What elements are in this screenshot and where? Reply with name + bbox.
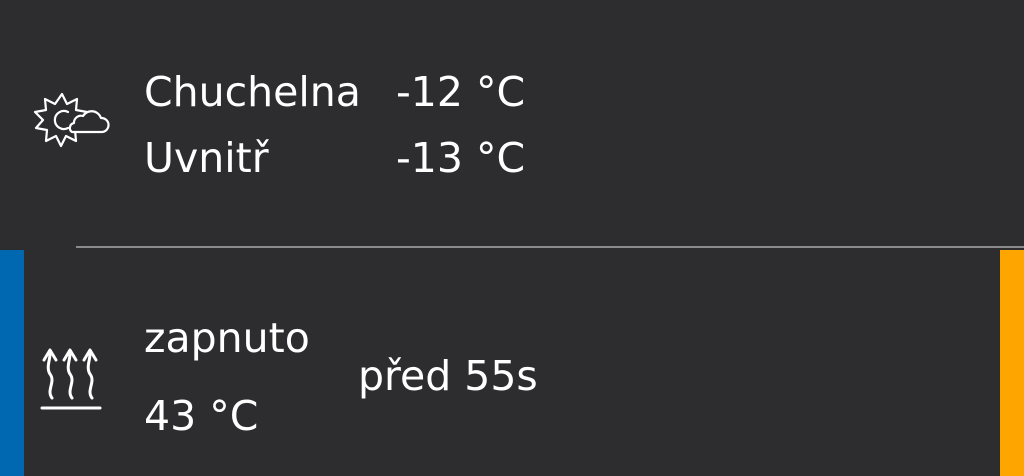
heating-status: zapnuto xyxy=(144,314,310,362)
weather-indoor-label: Uvnitř xyxy=(144,134,269,182)
weather-card[interactable]: Chuchelna -12 °C Uvnitř -13 °C xyxy=(0,0,1024,248)
divider xyxy=(76,246,1024,248)
weather-location-label: Chuchelna xyxy=(144,68,361,116)
weather-location-temperature: -12 °C xyxy=(396,68,526,116)
last-update-time: před 55s xyxy=(358,352,538,400)
dashboard-page: Chuchelna -12 °C Uvnitř -13 °C zapnuto 4… xyxy=(0,0,1024,476)
heating-card[interactable]: zapnuto 43 °C před 55s xyxy=(0,250,1024,476)
heating-temperature: 43 °C xyxy=(144,392,259,440)
heating-icon xyxy=(36,338,106,412)
weather-indoor-temperature: -13 °C xyxy=(396,134,526,182)
partly-cloudy-sun-icon xyxy=(32,90,112,154)
heating-status-accent-right xyxy=(1000,250,1024,476)
heating-status-accent-left xyxy=(0,250,24,476)
